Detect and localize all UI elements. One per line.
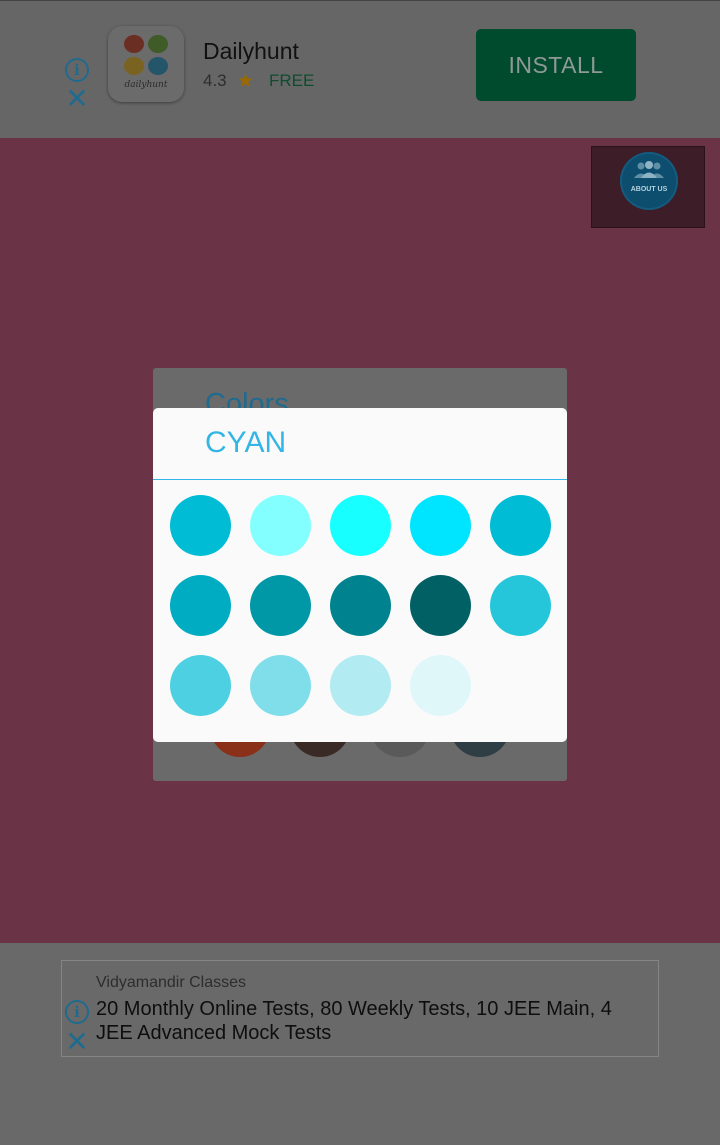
about-us-label: ABOUT US xyxy=(630,186,668,193)
info-icon[interactable]: i xyxy=(65,58,89,82)
cyan-swatch[interactable] xyxy=(170,655,231,716)
cyan-swatch[interactable] xyxy=(410,655,471,716)
app-logo-text: dailyhunt xyxy=(124,80,168,90)
cyan-swatch[interactable] xyxy=(250,575,311,636)
title-divider xyxy=(153,479,567,480)
cyan-swatch[interactable] xyxy=(250,655,311,716)
cyan-swatch[interactable] xyxy=(170,495,231,556)
about-us-button[interactable]: ABOUT US xyxy=(591,146,705,228)
cyan-swatch[interactable] xyxy=(330,575,391,636)
dailyhunt-app-icon[interactable]: dailyhunt xyxy=(108,26,184,102)
advertiser-name[interactable]: Vidyamandir Classes xyxy=(96,974,246,992)
cyan-swatch[interactable] xyxy=(410,495,471,556)
cyan-swatch[interactable] xyxy=(330,495,391,556)
close-ad-icon[interactable]: ✕ xyxy=(64,85,90,113)
cyan-swatch[interactable] xyxy=(410,575,471,636)
info-icon[interactable]: i xyxy=(65,1000,89,1024)
app-name[interactable]: Dailyhunt xyxy=(203,38,299,65)
cyan-swatch[interactable] xyxy=(250,495,311,556)
close-ad-icon[interactable]: ✕ xyxy=(64,1028,90,1056)
ad-headline[interactable]: 20 Monthly Online Tests, 80 Weekly Tests… xyxy=(96,997,636,1045)
dailyhunt-logo-icon xyxy=(124,35,168,75)
install-button[interactable]: INSTALL xyxy=(476,29,636,101)
cyan-swatch[interactable] xyxy=(330,655,391,716)
app-price: FREE xyxy=(269,71,315,90)
cyan-shades-dialog: CYAN xyxy=(153,408,567,742)
cyan-dialog-title: CYAN xyxy=(205,426,287,459)
cyan-swatch[interactable] xyxy=(170,575,231,636)
cyan-swatch[interactable] xyxy=(490,495,551,556)
people-icon xyxy=(634,161,664,178)
cyan-swatch[interactable] xyxy=(490,575,551,636)
app-rating: 4.3 xyxy=(203,71,227,90)
about-us-icon: ABOUT US xyxy=(620,152,678,210)
star-icon: ★ xyxy=(237,71,255,92)
